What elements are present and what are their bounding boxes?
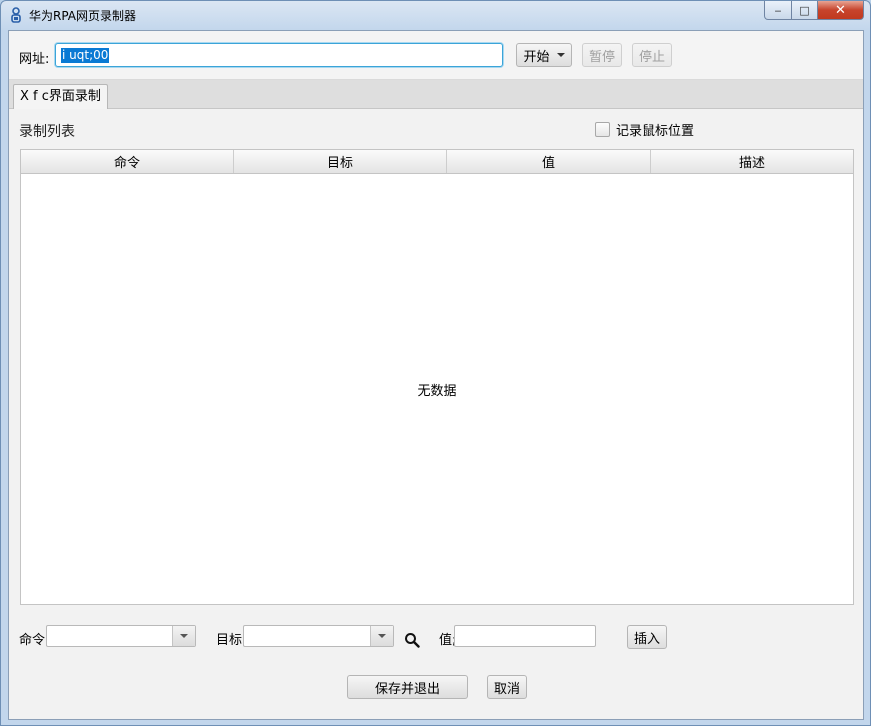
url-value: i uqt;00 <box>61 48 110 63</box>
main-panel: 网址: i uqt;00 开始 暂停 停止 X f c界面录制 录制列表 记录鼠… <box>8 30 864 720</box>
start-label: 开始 <box>523 49 550 65</box>
target-dropdown-button[interactable] <box>370 626 393 646</box>
url-toolbar: 网址: i uqt;00 开始 暂停 停止 <box>9 31 863 80</box>
title-bar[interactable]: 华为RPA网页录制器 ‒ □ ✕ <box>1 1 870 29</box>
cancel-label: 取消 <box>493 681 520 697</box>
recording-table: 命令 目标 值 描述 无数据 <box>20 149 854 605</box>
empty-placeholder: 无数据 <box>417 384 457 399</box>
recording-list-title: 录制列表 <box>19 124 75 140</box>
stop-label: 停止 <box>638 49 665 65</box>
checkbox-box[interactable] <box>595 122 610 137</box>
table-header: 命令 目标 值 描述 <box>21 150 853 174</box>
chevron-down-icon <box>180 634 188 638</box>
app-window: 华为RPA网页录制器 ‒ □ ✕ 网址: i uqt;00 开始 暂停 停止 X <box>0 0 871 726</box>
chevron-down-icon <box>378 634 386 638</box>
insert-button[interactable]: 插入 <box>627 625 667 649</box>
column-header-target[interactable]: 目标 <box>234 150 447 173</box>
tab-strip: X f c界面录制 <box>9 80 863 109</box>
chevron-down-icon <box>556 53 565 57</box>
maximize-icon: □ <box>799 3 810 17</box>
insert-label: 插入 <box>633 631 660 647</box>
start-dropdown-button[interactable]: 开始 <box>516 43 572 67</box>
command-dropdown-button[interactable] <box>172 626 195 646</box>
save-and-exit-label: 保存并退出 <box>374 681 440 697</box>
close-button[interactable]: ✕ <box>818 1 864 20</box>
tab-recording[interactable]: X f c界面录制 <box>13 84 108 109</box>
pause-label: 暂停 <box>588 49 615 65</box>
url-label: 网址: <box>19 52 50 67</box>
value-input[interactable] <box>454 625 596 647</box>
target-label: 目标; <box>216 633 247 648</box>
window-title: 华为RPA网页录制器 <box>29 9 137 23</box>
close-icon: ✕ <box>835 2 846 18</box>
maximize-button[interactable]: □ <box>792 1 818 20</box>
target-combobox[interactable] <box>243 625 394 647</box>
command-combobox[interactable] <box>46 625 196 647</box>
stop-button[interactable]: 停止 <box>632 43 672 67</box>
minimize-button[interactable]: ‒ <box>764 1 792 20</box>
minimize-icon: ‒ <box>774 3 782 17</box>
column-header-value[interactable]: 值 <box>447 150 651 173</box>
record-mouse-checkbox[interactable]: 记录鼠标位置 <box>595 120 694 139</box>
column-header-command[interactable]: 命令 <box>21 150 234 173</box>
column-header-description[interactable]: 描述 <box>651 150 853 173</box>
magnifier-icon[interactable] <box>404 632 420 648</box>
cancel-button[interactable]: 取消 <box>487 675 527 699</box>
pause-button[interactable]: 暂停 <box>582 43 622 67</box>
record-mouse-label: 记录鼠标位置 <box>616 124 695 139</box>
save-and-exit-button[interactable]: 保存并退出 <box>347 675 468 699</box>
url-input[interactable]: i uqt;00 <box>55 43 503 67</box>
command-label: 命令; <box>19 633 50 648</box>
rpa-robot-icon <box>11 7 21 23</box>
